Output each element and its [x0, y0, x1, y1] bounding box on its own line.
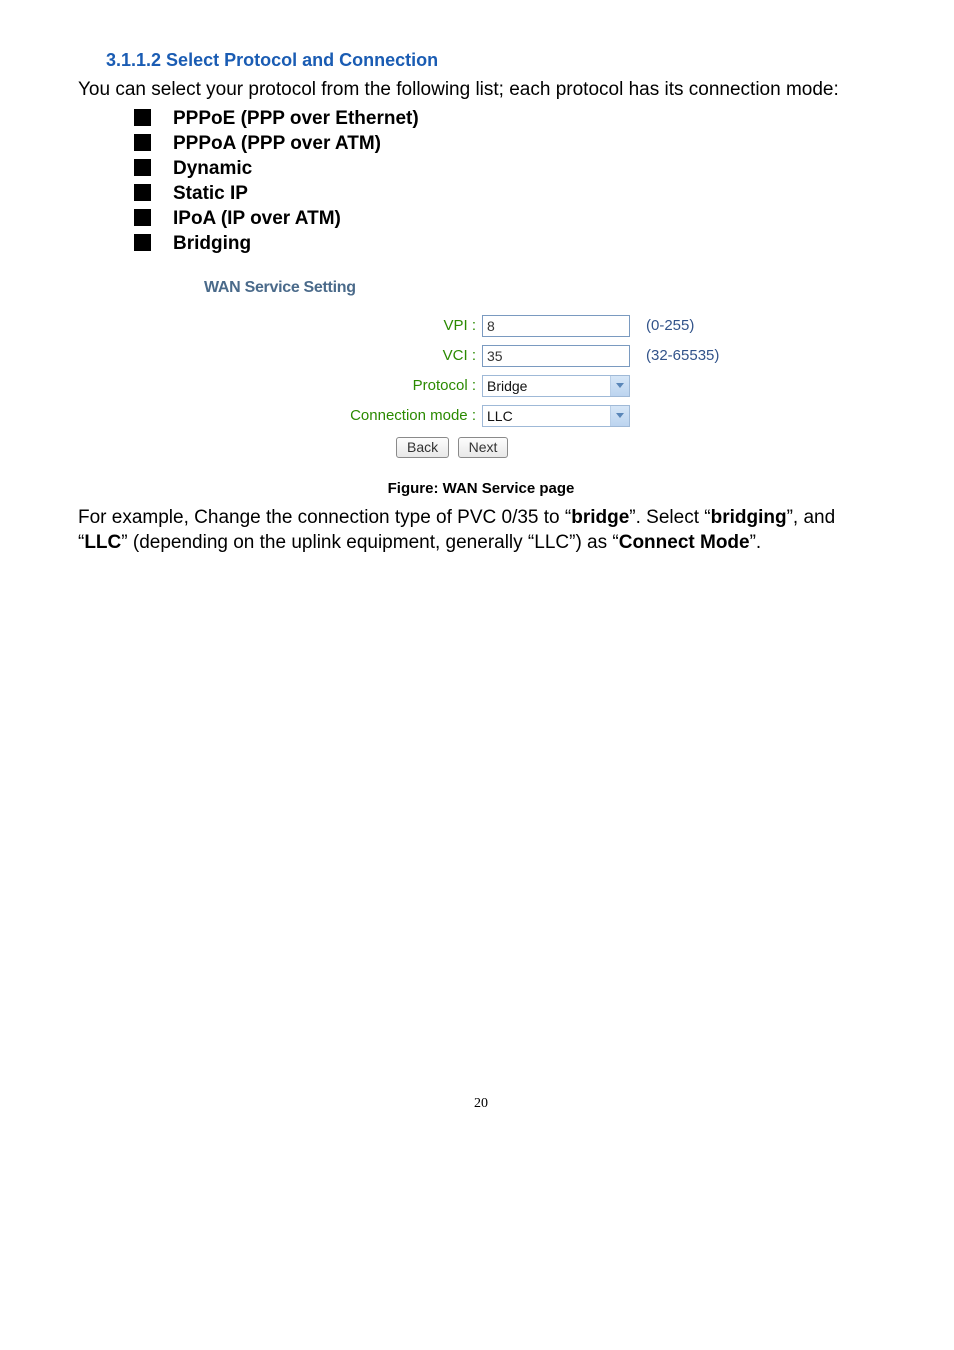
square-bullet-icon — [134, 159, 151, 176]
list-item: Bridging — [78, 232, 884, 255]
wan-title: WAN Service Setting — [204, 279, 844, 297]
connection-mode-select[interactable]: LLC — [482, 405, 630, 427]
bullet-label: IPoA (IP over ATM) — [173, 208, 341, 230]
bold-bridging: bridging — [711, 507, 787, 528]
list-item: Dynamic — [78, 157, 884, 180]
bullet-label: PPPoA (PPP over ATM) — [173, 133, 381, 155]
square-bullet-icon — [134, 209, 151, 226]
txt: ” (depending on the uplink equipment, ge… — [121, 532, 618, 553]
txt: ”. Select “ — [629, 507, 710, 528]
list-item: PPPoA (PPP over ATM) — [78, 132, 884, 155]
connection-mode-row: Connection mode : LLC — [204, 401, 844, 431]
vpi-label: VPI : — [204, 317, 482, 334]
page-number: 20 — [78, 1096, 884, 1142]
protocol-select[interactable]: Bridge — [482, 375, 630, 397]
protocol-label: Protocol : — [204, 377, 482, 394]
protocol-list: PPPoE (PPP over Ethernet) PPPoA (PPP ove… — [78, 107, 884, 255]
vpi-row: VPI : (0-255) — [204, 311, 844, 341]
protocol-selected: Bridge — [483, 376, 610, 396]
chevron-down-icon — [610, 406, 629, 426]
connection-mode-label: Connection mode : — [204, 407, 482, 424]
vci-hint: (32-65535) — [642, 347, 719, 364]
chevron-down-icon — [610, 376, 629, 396]
example-paragraph: For example, Change the connection type … — [78, 505, 884, 556]
vci-row: VCI : (32-65535) — [204, 341, 844, 371]
back-button[interactable]: Back — [396, 437, 449, 458]
vpi-hint: (0-255) — [642, 317, 694, 334]
bullet-label: Bridging — [173, 233, 251, 255]
connection-mode-selected: LLC — [483, 406, 610, 426]
protocol-row: Protocol : Bridge — [204, 371, 844, 401]
bold-llc: LLC — [84, 532, 121, 553]
bullet-label: Dynamic — [173, 158, 252, 180]
vci-input[interactable] — [482, 345, 630, 367]
button-row: Back Next — [204, 437, 844, 458]
next-button[interactable]: Next — [458, 437, 509, 458]
list-item: IPoA (IP over ATM) — [78, 207, 884, 230]
bold-connect-mode: Connect Mode — [619, 532, 750, 553]
list-item: Static IP — [78, 182, 884, 205]
square-bullet-icon — [134, 109, 151, 126]
figure-caption: Figure: WAN Service page — [78, 480, 884, 497]
txt: ”. — [750, 532, 762, 553]
list-item: PPPoE (PPP over Ethernet) — [78, 107, 884, 130]
square-bullet-icon — [134, 134, 151, 151]
vci-label: VCI : — [204, 347, 482, 364]
square-bullet-icon — [134, 184, 151, 201]
vpi-input[interactable] — [482, 315, 630, 337]
square-bullet-icon — [134, 234, 151, 251]
section-heading: 3.1.1.2 Select Protocol and Connection — [106, 50, 884, 71]
bullet-label: PPPoE (PPP over Ethernet) — [173, 108, 419, 130]
wan-service-panel: WAN Service Setting VPI : (0-255) VCI : … — [204, 279, 844, 458]
bullet-label: Static IP — [173, 183, 248, 205]
intro-text: You can select your protocol from the fo… — [78, 77, 884, 103]
txt: For example, Change the connection type … — [78, 507, 571, 528]
bold-bridge: bridge — [571, 507, 629, 528]
